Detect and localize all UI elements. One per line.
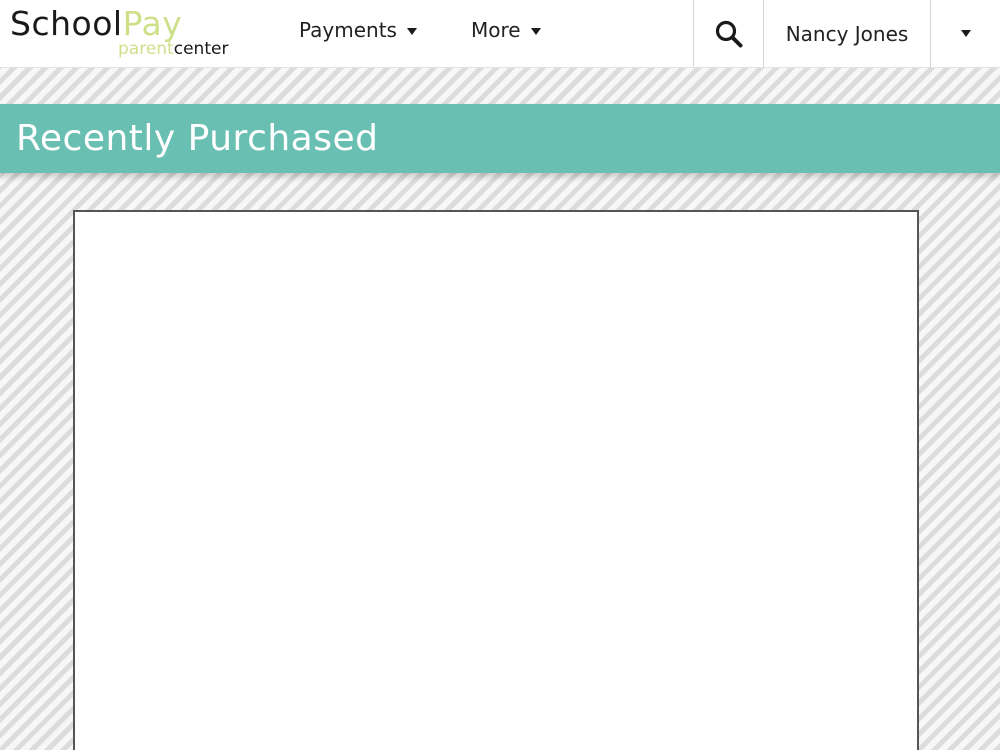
logo-wordmark: SchoolPay <box>10 4 182 43</box>
chevron-down-icon <box>960 30 971 37</box>
page-title: Recently Purchased <box>16 118 379 159</box>
search-icon <box>715 20 742 47</box>
user-account-name[interactable]: Nancy Jones <box>764 0 931 67</box>
nav-payments-menu[interactable]: Payments <box>299 18 417 42</box>
logo-pay-text: Pay <box>122 4 183 43</box>
nav-more-label: More <box>471 18 521 42</box>
schoolpay-logo[interactable]: SchoolPay parentcenter <box>10 4 240 64</box>
nav-payments-label: Payments <box>299 18 397 42</box>
top-navbar: SchoolPay parentcenter Payments More Nan… <box>0 0 1000 68</box>
nav-more-menu[interactable]: More <box>471 18 541 42</box>
chevron-down-icon <box>406 27 417 35</box>
chevron-down-icon <box>530 27 541 35</box>
section-banner: Recently Purchased <box>0 104 1000 173</box>
recently-purchased-panel <box>73 210 919 750</box>
logo-center-text: center <box>173 39 229 59</box>
logo-subtitle: parentcenter <box>118 39 228 59</box>
logo-school-text: School <box>10 4 123 43</box>
user-menu-toggle[interactable] <box>931 0 1000 67</box>
search-button[interactable] <box>693 0 764 67</box>
logo-parent-text: parent <box>118 39 174 59</box>
